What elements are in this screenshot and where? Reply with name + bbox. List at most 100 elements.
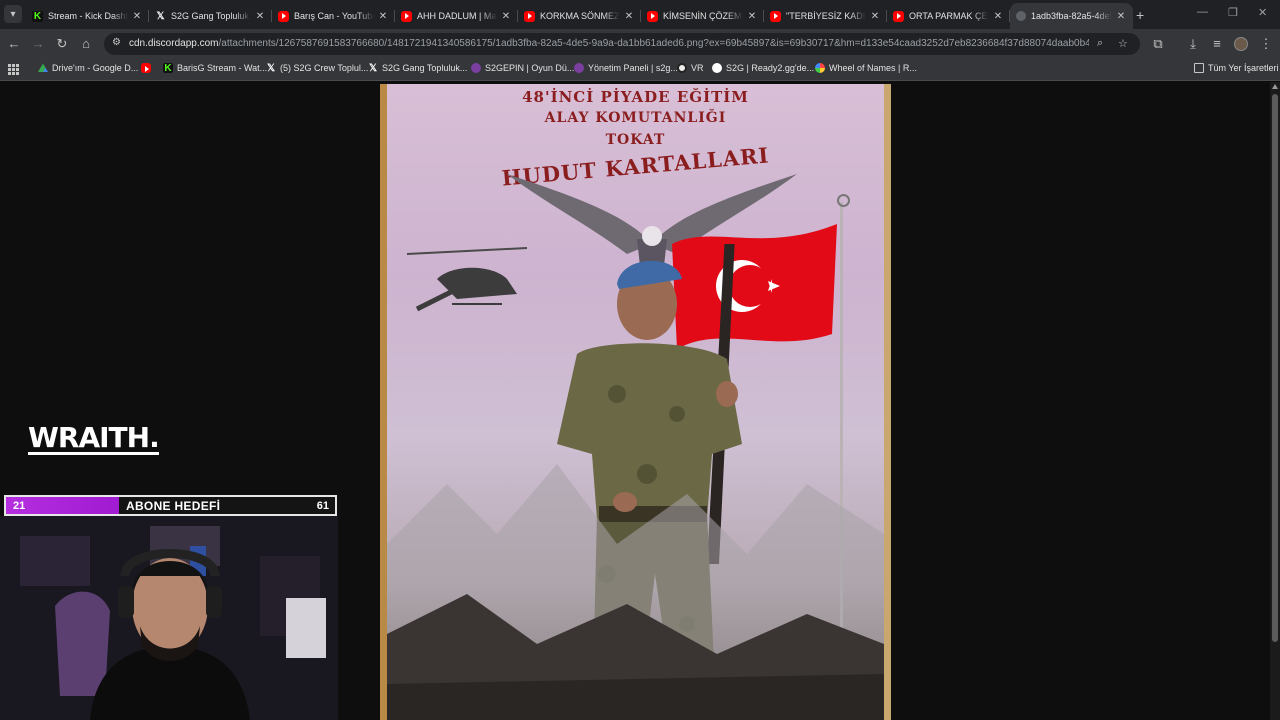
- forward-icon[interactable]: →: [30, 36, 46, 52]
- tab-close-icon[interactable]: ✕: [254, 11, 266, 22]
- bookmark-item[interactable]: 𝕏 S2G Gang Topluluk...: [368, 62, 468, 74]
- folder-icon: [1194, 63, 1204, 73]
- tab-search-icon[interactable]: ▾: [4, 5, 22, 23]
- bookmark-star-icon[interactable]: ☆: [1118, 37, 1128, 50]
- vertical-scrollbar[interactable]: [1270, 82, 1280, 720]
- browser-tab[interactable]: 1adb3fba-82a5-4de5 ✕: [1010, 3, 1133, 29]
- youtube-icon: [141, 63, 151, 73]
- tab-strip: ▾ K Stream - Kick Dashbo ✕ 𝕏 S2G Gang Toplul…: [0, 0, 1280, 29]
- browser-toolbar: ← → ↻ ⌂ ⚙ cdn.discordapp.com/attachments…: [0, 29, 1280, 59]
- tab-close-icon[interactable]: ✕: [1115, 11, 1127, 22]
- tab-title: S2G Gang Topluluk /: [171, 11, 251, 21]
- bookmark-item[interactable]: S2G | Ready2.gg'de...: [712, 63, 814, 73]
- tab-title: 1adb3fba-82a5-4de5: [1031, 11, 1112, 21]
- menu-icon[interactable]: ⋮: [1258, 36, 1274, 52]
- all-bookmarks-label: Tüm Yer İşaretleri: [1208, 63, 1279, 73]
- bookmark-item[interactable]: K BarisG Stream - Wat...: [163, 62, 268, 74]
- helicopter-illustration: [406, 247, 528, 312]
- drive-icon: [38, 63, 48, 72]
- browser-tab[interactable]: ORTA PARMAK ÇEKTİ✕: [887, 3, 1010, 29]
- tab-close-icon[interactable]: ✕: [131, 11, 143, 22]
- webcam-feed: [0, 516, 338, 720]
- address-bar[interactable]: ⚙ cdn.discordapp.com/attachments/1267587…: [104, 33, 1140, 55]
- restore-icon[interactable]: ❐: [1228, 6, 1238, 19]
- wheel-icon: [815, 63, 825, 73]
- bookmark-label: S2G | Ready2.gg'de...: [726, 63, 815, 73]
- s2g-icon: [574, 63, 584, 73]
- tab-close-icon[interactable]: ✕: [992, 11, 1004, 22]
- site-info-icon[interactable]: ⚙: [112, 37, 125, 50]
- youtube-icon: [524, 10, 535, 22]
- new-tab-icon[interactable]: +: [1136, 7, 1144, 23]
- all-bookmarks-folder[interactable]: Tüm Yer İşaretleri: [1194, 63, 1279, 73]
- browser-tab[interactable]: KİMSENİN ÇÖZEMED✕: [641, 3, 764, 29]
- bookmark-item[interactable]: VR: [677, 63, 704, 73]
- vr-icon: [677, 63, 687, 73]
- banner-line-1: 48'İNCİ PİYADE EĞİTİM: [522, 88, 749, 106]
- tab-title: "TERBİYESİZ KADIN": [786, 11, 866, 21]
- profile-avatar[interactable]: [1234, 37, 1248, 51]
- bookmark-label: (5) S2G Crew Toplul...: [280, 63, 369, 73]
- youtube-icon: [770, 10, 781, 22]
- extensions-icon[interactable]: ⧉: [1150, 36, 1166, 52]
- browser-tab[interactable]: 𝕏 S2G Gang Topluluk / ✕: [149, 3, 272, 29]
- bookmark-item[interactable]: Wheel of Names | R...: [815, 63, 917, 73]
- banner-line-2: ALAY KOMUTANLIĞI: [544, 110, 727, 126]
- goal-current-count: 21: [13, 499, 26, 512]
- scrollbar-thumb[interactable]: [1272, 94, 1278, 642]
- url-path: /attachments/1267587691583766680/1481721…: [218, 38, 1090, 49]
- bookmark-item[interactable]: Yönetim Paneli | s2g...: [574, 63, 678, 73]
- browser-tab[interactable]: K Stream - Kick Dashbo ✕: [26, 3, 149, 29]
- apps-grid-icon[interactable]: [8, 64, 19, 75]
- tab-title: Stream - Kick Dashbo: [48, 11, 128, 21]
- bookmark-label: Yönetim Paneli | s2g...: [588, 63, 678, 73]
- zoom-icon[interactable]: ⌕: [1097, 37, 1103, 50]
- minimize-icon[interactable]: —: [1197, 6, 1208, 18]
- youtube-icon: [647, 10, 658, 22]
- url-host: cdn.discordapp.com: [129, 38, 219, 49]
- reload-icon[interactable]: ↻: [54, 36, 70, 52]
- tab-close-icon[interactable]: ✕: [377, 11, 389, 22]
- bookmark-label: VR: [691, 63, 704, 73]
- media-controls-icon[interactable]: ≡: [1209, 36, 1225, 52]
- tab-close-icon[interactable]: ✕: [746, 11, 758, 22]
- home-icon[interactable]: ⌂: [78, 36, 94, 52]
- browser-tab[interactable]: Barış Can - YouTube ✕: [272, 3, 395, 29]
- browser-tab[interactable]: "TERBİYESİZ KADIN"✕: [764, 3, 887, 29]
- bookmark-label: Drive'ım - Google D...: [52, 63, 139, 73]
- bookmarks-bar: Tüm Yer İşaretleri Drive'ım - Google D..…: [0, 59, 1280, 81]
- bookmark-label: BarisG Stream - Wat...: [177, 63, 268, 73]
- browser-tab[interactable]: AHH DADLUM | Madi ✕: [395, 3, 518, 29]
- brand-logo: WRAITH.: [28, 421, 160, 455]
- bookmark-item[interactable]: Drive'ım - Google D...: [38, 63, 138, 73]
- displayed-image[interactable]: 48'İNCİ PİYADE EĞİTİM ALAY KOMUTANLIĞI T…: [380, 84, 891, 720]
- bookmark-item[interactable]: 𝕏 (5) S2G Crew Toplul...: [266, 63, 369, 74]
- x-icon: 𝕏: [156, 10, 165, 22]
- youtube-icon: [278, 10, 289, 22]
- bookmark-label: S2G Gang Topluluk...: [382, 63, 468, 73]
- downloads-icon[interactable]: ⤓: [1185, 36, 1201, 52]
- kick-icon: K: [163, 62, 173, 74]
- x-icon: 𝕏: [368, 62, 378, 74]
- tab-close-icon[interactable]: ✕: [623, 11, 635, 22]
- tab-close-icon[interactable]: ✕: [500, 11, 512, 22]
- back-icon[interactable]: ←: [6, 36, 22, 52]
- youtube-icon: [401, 10, 412, 22]
- tab-list: K Stream - Kick Dashbo ✕ 𝕏 S2G Gang Topluluk…: [26, 3, 1133, 29]
- page-viewport: 48'İNCİ PİYADE EĞİTİM ALAY KOMUTANLIĞI T…: [0, 82, 1280, 720]
- tab-title: KORKMA SÖNMEZ |: [540, 11, 620, 21]
- bookmark-item[interactable]: [141, 63, 155, 73]
- tab-title: Barış Can - YouTube: [294, 11, 374, 21]
- goal-target-count: 61: [316, 500, 329, 512]
- subscriber-goal-bar: 21 ABONE HEDEFİ 61: [4, 495, 337, 516]
- tab-close-icon[interactable]: ✕: [869, 11, 881, 22]
- close-window-icon[interactable]: ✕: [1258, 6, 1267, 19]
- kick-icon: K: [32, 10, 43, 22]
- browser-tab[interactable]: KORKMA SÖNMEZ | ✕: [518, 3, 641, 29]
- s2g-icon: [471, 63, 481, 73]
- url-text[interactable]: cdn.discordapp.com/attachments/126758769…: [129, 38, 1089, 49]
- tab-title: KİMSENİN ÇÖZEMED: [663, 11, 743, 21]
- tab-title: ORTA PARMAK ÇEKTİ: [909, 11, 989, 21]
- bookmark-item[interactable]: S2GEPIN | Oyun Dü...: [471, 63, 574, 73]
- scroll-up-arrow-icon[interactable]: [1272, 84, 1278, 89]
